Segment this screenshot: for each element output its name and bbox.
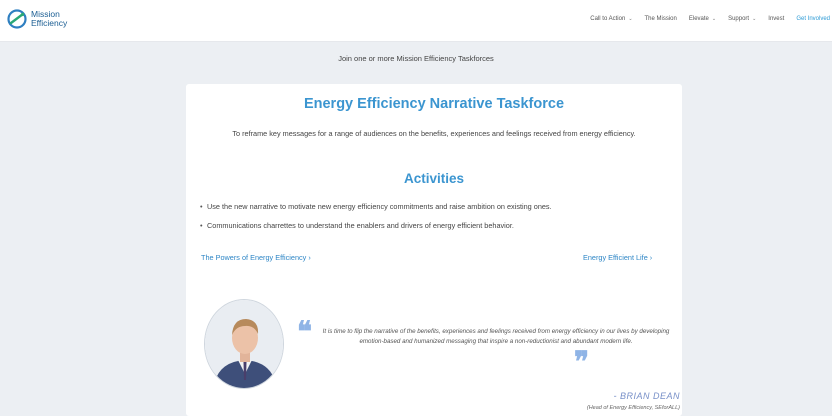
nav-item-label: Invest <box>768 16 785 22</box>
chevron-down-icon: ⌄ <box>628 16 633 22</box>
brand-logo[interactable]: Mission Efficiency <box>6 8 67 30</box>
nav-item-label: Elevate <box>688 16 709 22</box>
activities-heading: Activities <box>403 171 465 186</box>
mission-efficiency-logo-icon <box>7 9 27 29</box>
energy-efficient-life-link[interactable]: Energy Efficient Life › <box>583 253 652 262</box>
testimonial-quote: It is time to flip the narrative of the … <box>322 328 670 345</box>
brand-name: Mission Efficiency <box>31 10 67 28</box>
nav-item-elevate[interactable]: Elevate ⌄ <box>689 16 716 22</box>
chevron-down-icon: ⌄ <box>752 16 757 22</box>
open-quote-icon: ❝ <box>297 315 313 348</box>
nav-item-invest[interactable]: Invest <box>768 16 784 22</box>
site-header: Mission Efficiency Call to Action ⌄ The … <box>0 0 832 42</box>
nav-item-support[interactable]: Support ⌄ <box>728 16 756 22</box>
chevron-down-icon: ⌄ <box>711 16 717 22</box>
nav-item-label: The Mission <box>644 16 677 22</box>
card-description: To reframe key messages for a range of a… <box>232 129 636 138</box>
list-item: Use the new narrative to motivate new en… <box>200 202 676 211</box>
nav-item-label: Support <box>728 16 750 22</box>
testimonial-author-role: (Head of Energy Efficiency, SEforALL) <box>586 405 680 411</box>
nav-item-the-mission[interactable]: The Mission <box>645 16 677 22</box>
activities-list: Use the new narrative to motivate new en… <box>200 202 676 240</box>
nav-item-call-to-action[interactable]: Call to Action ⌄ <box>590 16 632 22</box>
powers-of-energy-efficiency-link[interactable]: The Powers of Energy Efficiency › <box>201 253 311 262</box>
close-quote-icon: ❞ <box>574 345 590 378</box>
nav-item-get-involved[interactable]: Get Involved <box>796 16 830 22</box>
person-avatar-icon <box>205 300 283 388</box>
nav-item-label: Get Involved <box>796 16 830 22</box>
testimonial-author: - BRIAN DEAN <box>613 391 680 401</box>
list-item: Communications charrettes to understand … <box>200 221 676 230</box>
join-taskforces-heading: Join one or more Mission Efficiency Task… <box>338 54 494 63</box>
brand-line-2: Efficiency <box>31 18 68 28</box>
main-nav: Call to Action ⌄ The Mission Elevate ⌄ S… <box>578 16 830 22</box>
nav-item-label: Call to Action <box>590 16 626 22</box>
card-title: Energy Efficiency Narrative Taskforce <box>303 96 565 112</box>
avatar <box>204 299 284 389</box>
